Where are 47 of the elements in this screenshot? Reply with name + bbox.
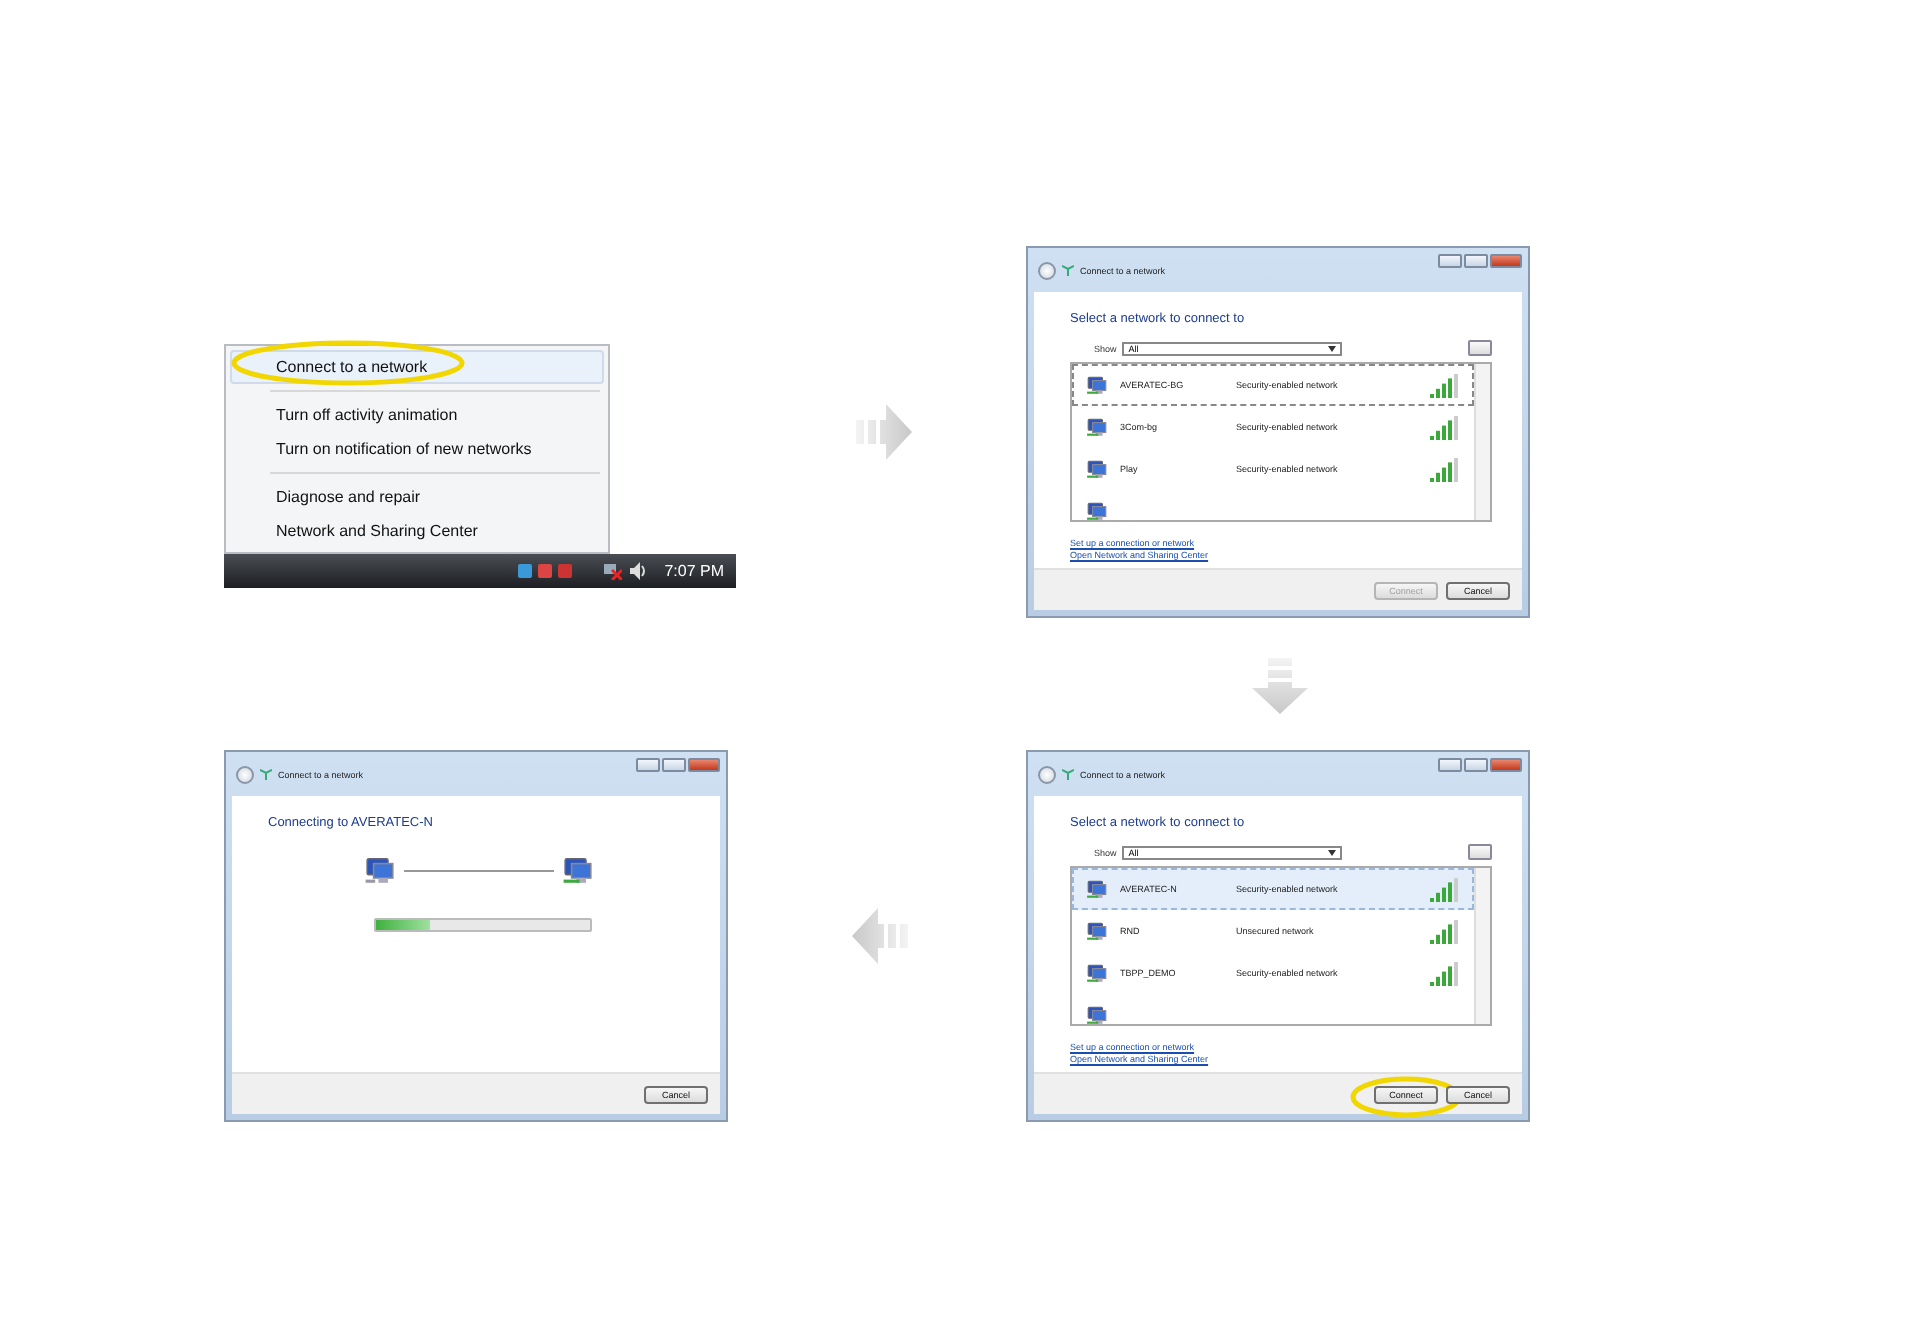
menu-item[interactable]: Turn on notification of new networks bbox=[230, 432, 604, 466]
signal-strength-icon bbox=[1430, 961, 1460, 985]
close-button[interactable] bbox=[688, 758, 720, 772]
arrow-icon bbox=[1250, 654, 1310, 714]
computer-icon bbox=[1086, 962, 1108, 984]
minimize-button[interactable] bbox=[1438, 254, 1462, 268]
signal-strength-icon bbox=[1430, 415, 1460, 439]
signal-strength-icon bbox=[1430, 877, 1460, 901]
clock: 7:07 PM bbox=[664, 562, 724, 580]
close-button[interactable] bbox=[1490, 758, 1522, 772]
signal-strength-icon bbox=[1430, 373, 1460, 397]
computer-icon bbox=[1086, 458, 1108, 480]
computer-icon bbox=[1086, 1004, 1108, 1024]
back-button[interactable] bbox=[236, 765, 254, 783]
wireless-network-icon bbox=[1062, 768, 1074, 780]
network-status-icon[interactable] bbox=[604, 562, 623, 580]
refresh-button[interactable] bbox=[1468, 340, 1492, 356]
speaker-icon[interactable] bbox=[630, 562, 649, 580]
back-button[interactable] bbox=[1038, 261, 1056, 279]
computer-icon bbox=[1086, 878, 1108, 900]
back-button[interactable] bbox=[1038, 765, 1056, 783]
close-button[interactable] bbox=[1490, 254, 1522, 268]
scrollbar[interactable] bbox=[1474, 364, 1490, 520]
computer-icon bbox=[1086, 416, 1108, 438]
minimize-button[interactable] bbox=[636, 758, 660, 772]
maximize-button[interactable] bbox=[1464, 254, 1488, 268]
refresh-button[interactable] bbox=[1468, 844, 1492, 860]
computer-icon bbox=[364, 854, 396, 886]
maximize-button[interactable] bbox=[1464, 758, 1488, 772]
arrow-icon bbox=[851, 402, 911, 462]
dropdown-arrow-icon bbox=[1328, 345, 1337, 351]
arrow-icon bbox=[851, 906, 911, 966]
scrollbar[interactable] bbox=[1474, 868, 1490, 1024]
menu-item[interactable]: Network and Sharing Center bbox=[230, 514, 604, 548]
wireless-network-icon bbox=[1062, 264, 1074, 276]
signal-strength-icon bbox=[1430, 457, 1460, 481]
menu-item[interactable]: Diagnose and repair bbox=[230, 480, 604, 514]
computer-icon bbox=[1086, 374, 1108, 396]
signal-strength-icon bbox=[1430, 919, 1460, 943]
wireless-network-icon bbox=[260, 768, 272, 780]
dropdown-arrow-icon bbox=[1328, 849, 1337, 855]
menu-item[interactable]: Turn off activity animation bbox=[230, 398, 604, 432]
minimize-button[interactable] bbox=[1438, 758, 1462, 772]
maximize-button[interactable] bbox=[662, 758, 686, 772]
computer-icon bbox=[1086, 920, 1108, 942]
computer-icon bbox=[1086, 500, 1108, 520]
computer-icon bbox=[562, 854, 594, 886]
